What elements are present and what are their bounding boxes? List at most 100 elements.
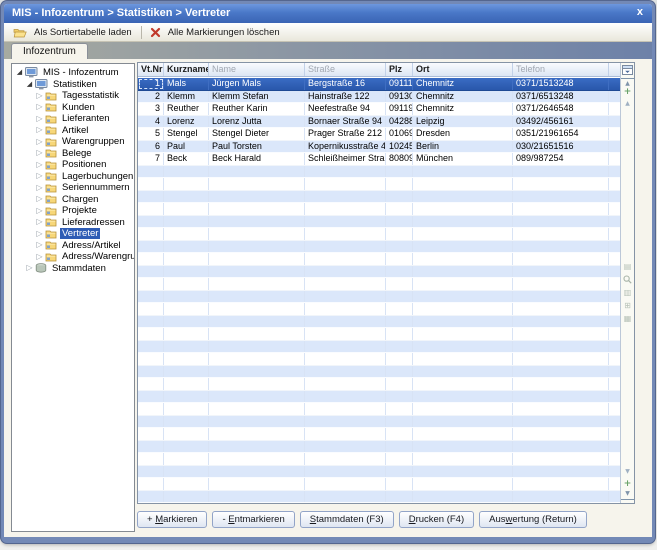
- table-cell[interactable]: Reuther Karin: [209, 103, 305, 115]
- table-cell[interactable]: 3: [138, 103, 164, 115]
- tree-item-artikel[interactable]: ▷Artikel: [12, 125, 134, 137]
- entmarkieren-button[interactable]: - Entmarkieren: [212, 511, 294, 528]
- table-row[interactable]: 6PaulPaul TorstenKopernikusstraße 471024…: [138, 141, 621, 154]
- tree-item-positionen[interactable]: ▷Positionen: [12, 159, 134, 171]
- table-cell[interactable]: Neefestraße 94: [305, 103, 386, 115]
- table-cell[interactable]: 01069: [386, 128, 413, 140]
- table-cell[interactable]: 0371/6513248: [513, 91, 609, 103]
- table-cell[interactable]: Lorenz: [164, 116, 209, 128]
- tree-item-chargen[interactable]: ▷Chargen: [12, 194, 134, 206]
- table-cell[interactable]: Chemnitz: [413, 91, 513, 103]
- table-cell[interactable]: Paul Torsten: [209, 141, 305, 153]
- table-cell[interactable]: Mals: [164, 78, 209, 90]
- tree-item-kunden[interactable]: ▷Kunden: [12, 102, 134, 114]
- table-row[interactable]: 5StengelStengel DieterPrager Straße 2120…: [138, 128, 621, 141]
- table-cell[interactable]: 2: [138, 91, 164, 103]
- table-cell[interactable]: Chemnitz: [413, 103, 513, 115]
- tree-item-seriennummern[interactable]: ▷Seriennummern: [12, 182, 134, 194]
- column-header-vt-nr[interactable]: Vt.Nr▼: [138, 63, 164, 76]
- table-cell[interactable]: Chemnitz: [413, 78, 513, 90]
- expand-arrow-icon[interactable]: ▷: [35, 230, 44, 238]
- table-cell[interactable]: Beck: [164, 153, 209, 165]
- expand-arrow-icon[interactable]: ▷: [35, 172, 44, 180]
- stammdaten-f3-button[interactable]: Stammdaten (F3): [300, 511, 394, 528]
- scroll-up-icon[interactable]: ▲: [621, 100, 634, 108]
- table-cell[interactable]: Beck Harald: [209, 153, 305, 165]
- expand-arrow-icon[interactable]: ▷: [35, 161, 44, 169]
- clear-all-marks-button[interactable]: Alle Markierungen löschen: [146, 26, 285, 39]
- table-cell[interactable]: 6: [138, 141, 164, 153]
- table-row[interactable]: 4LorenzLorenz JuttaBornaer Straße 940428…: [138, 116, 621, 129]
- plus-icon[interactable]: +: [621, 88, 634, 96]
- table-cell[interactable]: Stengel Dieter: [209, 128, 305, 140]
- column-header-name[interactable]: Name: [209, 63, 305, 76]
- sort-icon[interactable]: ▥: [621, 289, 634, 297]
- table-cell[interactable]: 4: [138, 116, 164, 128]
- collapse-arrow-icon[interactable]: ◢: [25, 81, 34, 88]
- table-cell[interactable]: 03492/456161: [513, 116, 609, 128]
- close-button[interactable]: x: [637, 6, 643, 18]
- tree-item-warengruppen[interactable]: ▷Warengruppen: [12, 136, 134, 148]
- expand-arrow-icon[interactable]: ▷: [35, 149, 44, 157]
- table-cell[interactable]: Paul: [164, 141, 209, 153]
- table-cell[interactable]: 09130: [386, 91, 413, 103]
- tree-item-projekte[interactable]: ▷Projekte: [12, 205, 134, 217]
- column-header-stra-e[interactable]: Straße: [305, 63, 386, 76]
- grid-view-icon[interactable]: ▦: [621, 315, 634, 323]
- table-cell[interactable]: Bornaer Straße 94: [305, 116, 386, 128]
- table-cell[interactable]: Prager Straße 212: [305, 128, 386, 140]
- table-cell[interactable]: München: [413, 153, 513, 165]
- expand-arrow-icon[interactable]: ▷: [35, 195, 44, 203]
- expand-arrow-icon[interactable]: ▷: [35, 103, 44, 111]
- table-row[interactable]: 1MalsJürgen MalsBergstraße 1609111Chemni…: [138, 78, 621, 91]
- table-cell[interactable]: 80809: [386, 153, 413, 165]
- tree-item-statistiken[interactable]: ◢Statistiken: [12, 79, 134, 91]
- load-sort-table-button[interactable]: Als Sortiertabelle laden: [9, 26, 137, 39]
- expand-arrow-icon[interactable]: ▷: [35, 138, 44, 146]
- list-icon[interactable]: ▤: [621, 263, 634, 271]
- tree-item-stammdaten[interactable]: ▷Stammdaten: [12, 263, 134, 275]
- table-cell[interactable]: 089/987254: [513, 153, 609, 165]
- collapse-arrow-icon[interactable]: ◢: [15, 69, 24, 76]
- table-cell[interactable]: Kopernikusstraße 47: [305, 141, 386, 153]
- table-cell[interactable]: Bergstraße 16: [305, 78, 386, 90]
- table-cell[interactable]: 10245: [386, 141, 413, 153]
- scroll-to-bottom-icon[interactable]: ▼: [621, 490, 634, 500]
- add-box-icon[interactable]: ⊞: [621, 302, 634, 310]
- column-header-ort[interactable]: Ort: [413, 63, 513, 76]
- title-bar[interactable]: MIS - Infozentrum > Statistiken > Vertre…: [4, 4, 652, 23]
- expand-arrow-icon[interactable]: ▷: [35, 126, 44, 134]
- tree-item-lieferadressen[interactable]: ▷Lieferadressen: [12, 217, 134, 229]
- table-row[interactable]: 3ReutherReuther KarinNeefestraße 9409119…: [138, 103, 621, 116]
- table-row[interactable]: 2KlemmKlemm StefanHainstraße 12209130Che…: [138, 91, 621, 104]
- column-chooser-icon[interactable]: [621, 65, 634, 75]
- expand-arrow-icon[interactable]: ▷: [35, 207, 44, 215]
- table-cell[interactable]: Reuther: [164, 103, 209, 115]
- markieren-button[interactable]: + Markieren: [137, 511, 207, 528]
- table-cell[interactable]: Dresden: [413, 128, 513, 140]
- table-row[interactable]: 7BeckBeck HaraldSchleißheimer Straße 378…: [138, 153, 621, 166]
- expand-arrow-icon[interactable]: ▷: [35, 115, 44, 123]
- tree-item-adress-artikel[interactable]: ▷Adress/Artikel: [12, 240, 134, 252]
- plus-icon[interactable]: +: [621, 480, 634, 488]
- tab-infozentrum[interactable]: Infozentrum: [11, 43, 88, 59]
- tree-item-tagesstatistik[interactable]: ▷Tagesstatistik: [12, 90, 134, 102]
- tree-item-lagerbuchungen[interactable]: ▷Lagerbuchungen: [12, 171, 134, 183]
- table-cell[interactable]: 7: [138, 153, 164, 165]
- column-header-kurzname[interactable]: Kurzname: [164, 63, 209, 76]
- table-cell[interactable]: 0351/21961654: [513, 128, 609, 140]
- table-cell[interactable]: Lorenz Jutta: [209, 116, 305, 128]
- table-cell[interactable]: Schleißheimer Straße 378: [305, 153, 386, 165]
- table-cell[interactable]: Klemm: [164, 91, 209, 103]
- table-cell[interactable]: Hainstraße 122: [305, 91, 386, 103]
- tree-item-adress-warengruppen[interactable]: ▷Adress/Warengruppen: [12, 251, 134, 263]
- table-cell[interactable]: 5: [138, 128, 164, 140]
- expand-arrow-icon[interactable]: ▷: [35, 218, 44, 226]
- column-header-plz[interactable]: Plz: [386, 63, 413, 76]
- table-cell[interactable]: Berlin: [413, 141, 513, 153]
- drucken-f4-button[interactable]: Drucken (F4): [399, 511, 474, 528]
- table-cell[interactable]: 09111: [386, 78, 413, 90]
- table-cell[interactable]: 04288: [386, 116, 413, 128]
- table-cell[interactable]: 030/21651516: [513, 141, 609, 153]
- scroll-down-icon[interactable]: ▼: [621, 468, 634, 476]
